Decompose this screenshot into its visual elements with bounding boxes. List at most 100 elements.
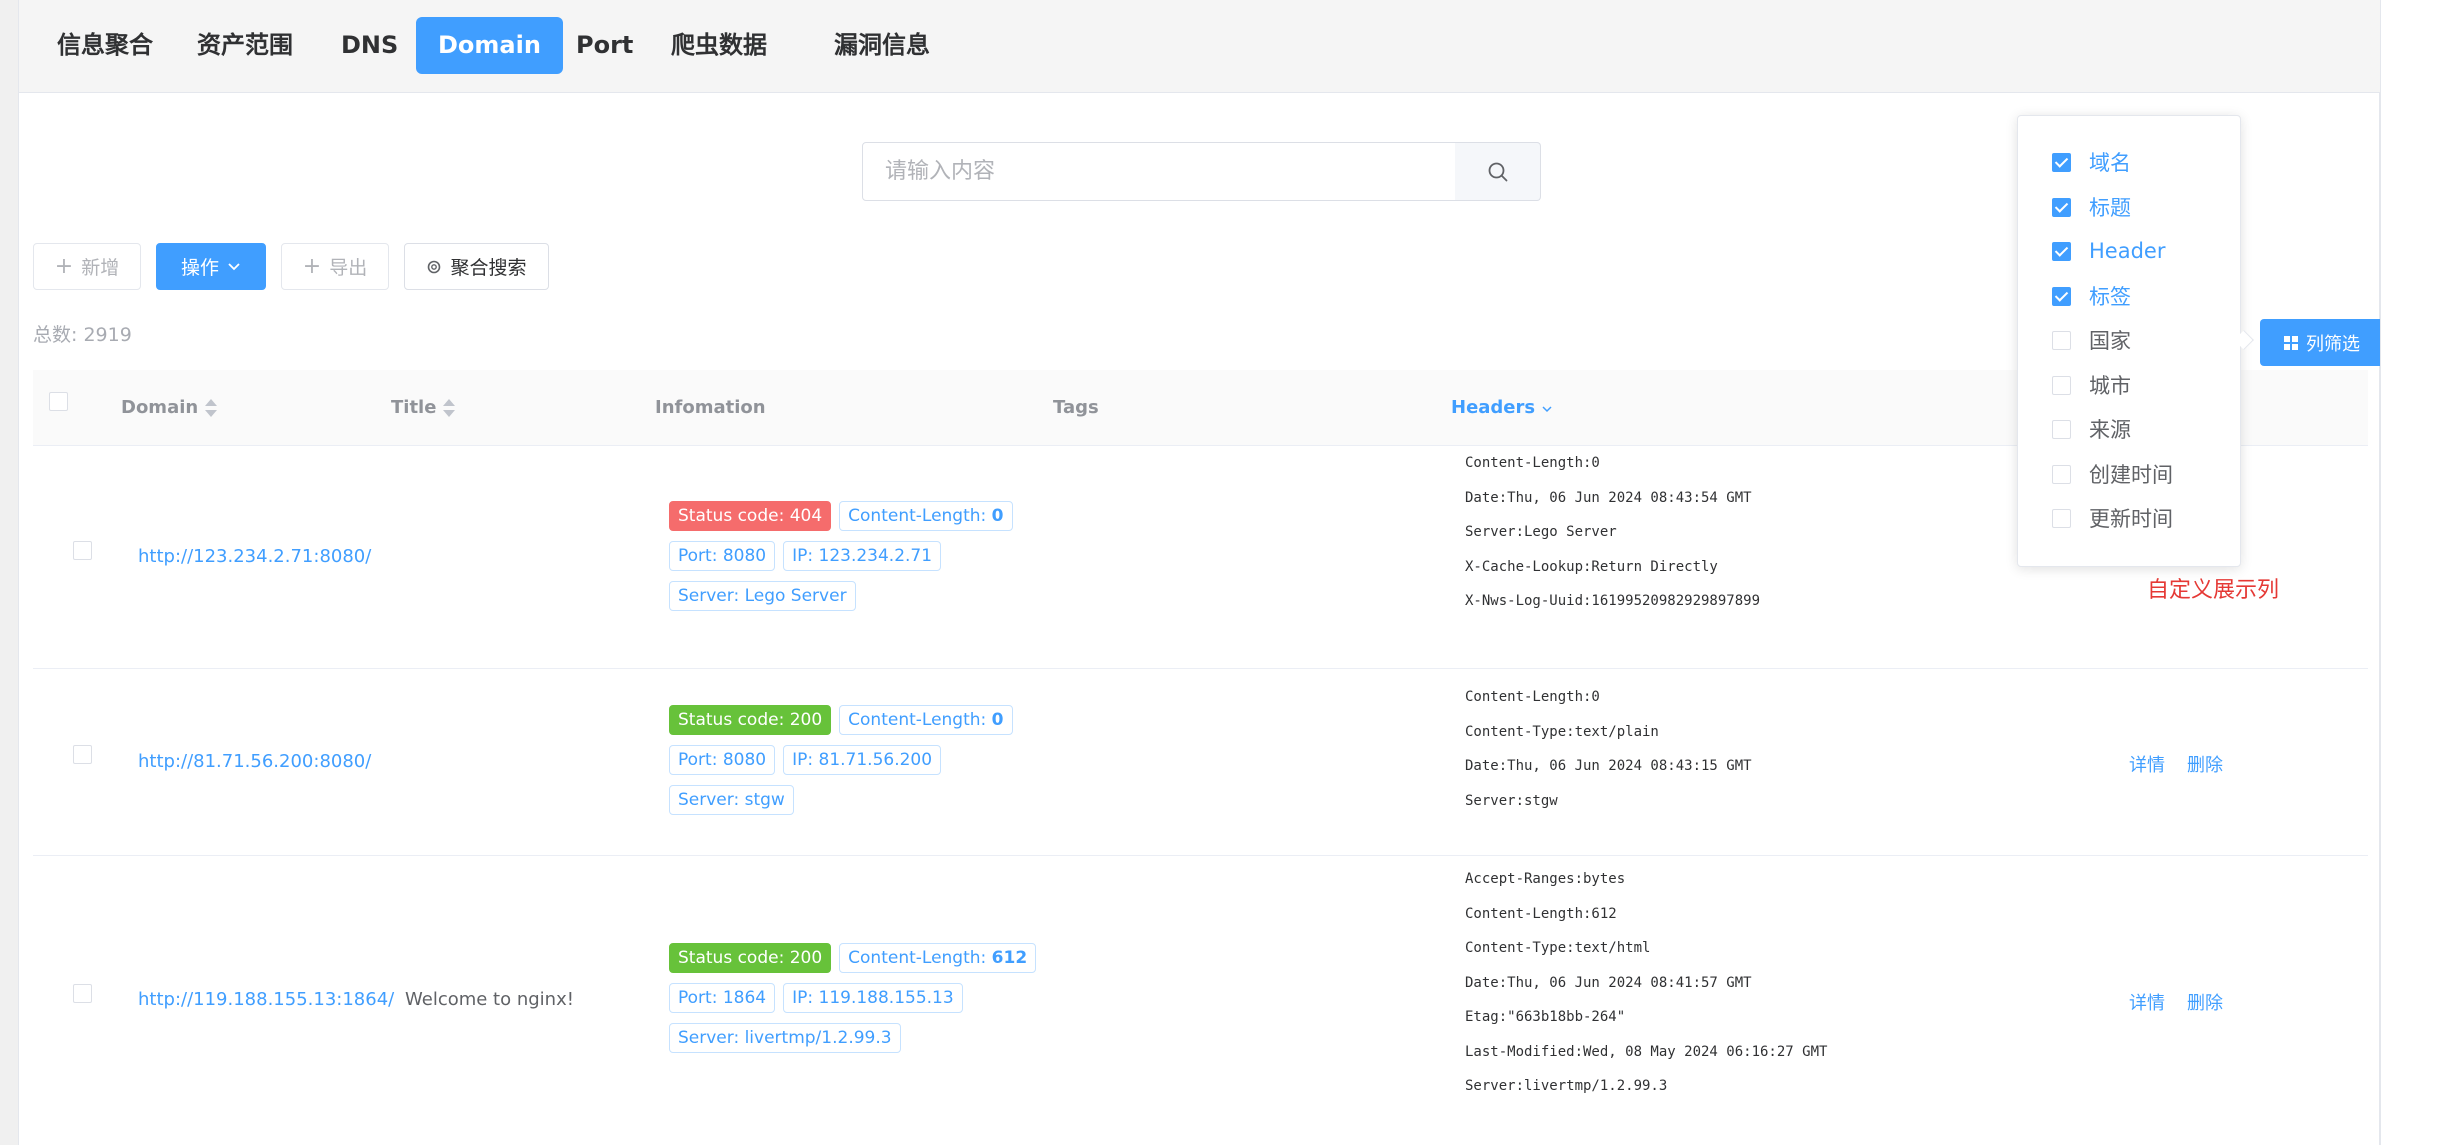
- port-tag: Port: 8080: [669, 541, 776, 571]
- tab-info-aggregation[interactable]: 信息聚合: [35, 17, 175, 74]
- chevron-down-icon: [1542, 406, 1552, 413]
- column-option-city[interactable]: 城市: [2052, 370, 2131, 400]
- column-filter-label: 列筛选: [2306, 333, 2360, 355]
- operations-label: 操作: [180, 257, 219, 279]
- search-input-wrapper: [862, 142, 1456, 201]
- checkbox-unchecked[interactable]: [2052, 464, 2071, 484]
- tab-port[interactable]: Port: [554, 17, 655, 74]
- column-option-title[interactable]: 标题: [2052, 192, 2131, 222]
- server-tag: Server: stgw: [669, 785, 794, 815]
- tab-domain[interactable]: Domain: [416, 17, 563, 74]
- port-tag: Port: 8080: [669, 745, 776, 775]
- annotation-text: 自定义展示列: [2147, 578, 2280, 603]
- domain-link[interactable]: http://81.71.56.200:8080/: [138, 751, 371, 772]
- checkbox-unchecked[interactable]: [2052, 508, 2071, 528]
- column-header-information: Infomation: [655, 397, 766, 418]
- delete-link[interactable]: 删除: [2187, 989, 2223, 1015]
- checkbox-checked[interactable]: [2052, 152, 2071, 172]
- page-title-cell: Welcome to nginx!: [405, 989, 574, 1010]
- column-option-country[interactable]: 国家: [2052, 325, 2131, 355]
- sort-icon[interactable]: [204, 397, 218, 419]
- table-row: http://81.71.56.200:8080/ Status code: 2…: [33, 669, 2368, 856]
- header-line: Etag:"663b18bb-264": [1465, 1009, 1626, 1025]
- tab-vulnerability-info[interactable]: 漏洞信息: [812, 17, 952, 74]
- header-line: Content-Length:0: [1465, 455, 1600, 471]
- checkbox-checked[interactable]: [2052, 197, 2071, 217]
- column-filter-button[interactable]: 列筛选: [2260, 319, 2384, 366]
- column-header-tags: Tags: [1053, 397, 1099, 418]
- chevron-down-icon: [228, 262, 240, 270]
- header-line: Date:Thu, 06 Jun 2024 08:43:54 GMT: [1465, 489, 1752, 506]
- checkbox-checked[interactable]: [2052, 286, 2071, 306]
- header-line: Date:Thu, 06 Jun 2024 08:41:57 GMT: [1465, 974, 1752, 991]
- delete-link[interactable]: 删除: [2187, 751, 2223, 777]
- server-tag: Server: livertmp/1.2.99.3: [669, 1023, 901, 1053]
- header-line: Date:Thu, 06 Jun 2024 08:43:15 GMT: [1465, 758, 1752, 774]
- content-length-tag: Content-Length: 0: [839, 501, 1013, 531]
- column-header-title[interactable]: Title: [391, 370, 456, 446]
- checkbox-checked[interactable]: [2052, 241, 2071, 261]
- gear-icon: [428, 260, 441, 273]
- response-headers: Content-Length:0 Date:Thu, 06 Jun 2024 0…: [1465, 446, 1760, 619]
- grid-icon: [2284, 335, 2298, 350]
- row-checkbox[interactable]: [73, 984, 92, 1003]
- search-icon: [1488, 162, 1507, 181]
- column-option-domain[interactable]: 域名: [2052, 147, 2131, 177]
- header-line: Server:stgw: [1465, 792, 1558, 809]
- header-line: Content-Type:text/html: [1465, 940, 1651, 956]
- sort-icon[interactable]: [442, 397, 456, 419]
- export-button[interactable]: + 导出: [281, 243, 389, 290]
- checkbox-unchecked[interactable]: [2052, 375, 2071, 395]
- search-button[interactable]: [1455, 142, 1541, 201]
- detail-link[interactable]: 详情: [2129, 751, 2165, 777]
- tab-crawler-data[interactable]: 爬虫数据: [649, 17, 789, 74]
- information-tags: Status code: 200 Content-Length: 0 Port:…: [669, 705, 1069, 825]
- information-tags: Status code: 200 Content-Length: 612 Por…: [669, 943, 1069, 1063]
- tab-asset-scope[interactable]: 资产范围: [175, 17, 315, 74]
- row-checkbox[interactable]: [73, 745, 92, 764]
- row-actions: 详情 删除: [2129, 989, 2223, 1015]
- header-line: Content-Length:612: [1465, 905, 1617, 922]
- header-line: X-Cache-Lookup:Return Directly: [1465, 558, 1718, 575]
- response-headers: Content-Length:0 Content-Type:text/plain…: [1465, 680, 1752, 818]
- export-button-label: 导出: [329, 257, 368, 279]
- column-option-tags[interactable]: 标签: [2052, 281, 2131, 311]
- content-length-tag: Content-Length: 612: [839, 943, 1037, 973]
- column-option-source[interactable]: 来源: [2052, 414, 2131, 444]
- column-header-domain[interactable]: Domain: [121, 370, 218, 446]
- checkbox-unchecked[interactable]: [2052, 330, 2071, 350]
- header-line: Server:Lego Server: [1465, 524, 1617, 540]
- column-option-updated-time[interactable]: 更新时间: [2052, 503, 2173, 533]
- search-input[interactable]: [863, 143, 1455, 200]
- information-tags: Status code: 404 Content-Length: 0 Port:…: [669, 501, 1069, 621]
- status-code-tag: Status code: 200: [669, 943, 832, 973]
- row-actions: 详情 删除: [2129, 751, 2223, 777]
- column-option-created-time[interactable]: 创建时间: [2052, 459, 2173, 489]
- header-line: Content-Type:text/plain: [1465, 723, 1659, 740]
- port-tag: Port: 1864: [669, 983, 776, 1013]
- tab-dns[interactable]: DNS: [319, 17, 420, 74]
- top-tab-bar: 信息聚合 资产范围 DNS Domain Port 爬虫数据 漏洞信息: [19, 0, 2381, 93]
- row-checkbox[interactable]: [73, 541, 92, 560]
- header-line: Accept-Ranges:bytes: [1465, 871, 1626, 887]
- domain-link[interactable]: http://119.188.155.13:1864/: [138, 989, 394, 1010]
- ip-tag: IP: 123.234.2.71: [783, 541, 942, 571]
- content-length-tag: Content-Length: 0: [839, 705, 1013, 735]
- column-header-headers[interactable]: Headers: [1451, 370, 1553, 446]
- right-gutter: [2380, 0, 2457, 1145]
- operations-dropdown-button[interactable]: 操作: [156, 243, 266, 290]
- plus-icon: +: [54, 254, 74, 279]
- server-tag: Server: Lego Server: [669, 581, 856, 611]
- table-row: http://119.188.155.13:1864/ Welcome to n…: [33, 856, 2368, 1145]
- aggregate-search-button[interactable]: 聚合搜索: [404, 243, 549, 290]
- select-all-checkbox[interactable]: [49, 392, 68, 411]
- aggregate-search-label: 聚合搜索: [450, 257, 527, 279]
- checkbox-unchecked[interactable]: [2052, 419, 2071, 439]
- add-button[interactable]: + 新增: [33, 243, 141, 290]
- detail-link[interactable]: 详情: [2129, 989, 2165, 1015]
- column-option-header[interactable]: Header: [2052, 236, 2165, 266]
- status-code-tag: Status code: 200: [669, 705, 832, 735]
- header-line: Last-Modified:Wed, 08 May 2024 06:16:27 …: [1465, 1043, 1828, 1060]
- domain-link[interactable]: http://123.234.2.71:8080/: [138, 546, 371, 567]
- column-filter-popover: 域名 标题 Header 标签 国家 城市 来源 创建时间 更新时间: [2017, 115, 2241, 567]
